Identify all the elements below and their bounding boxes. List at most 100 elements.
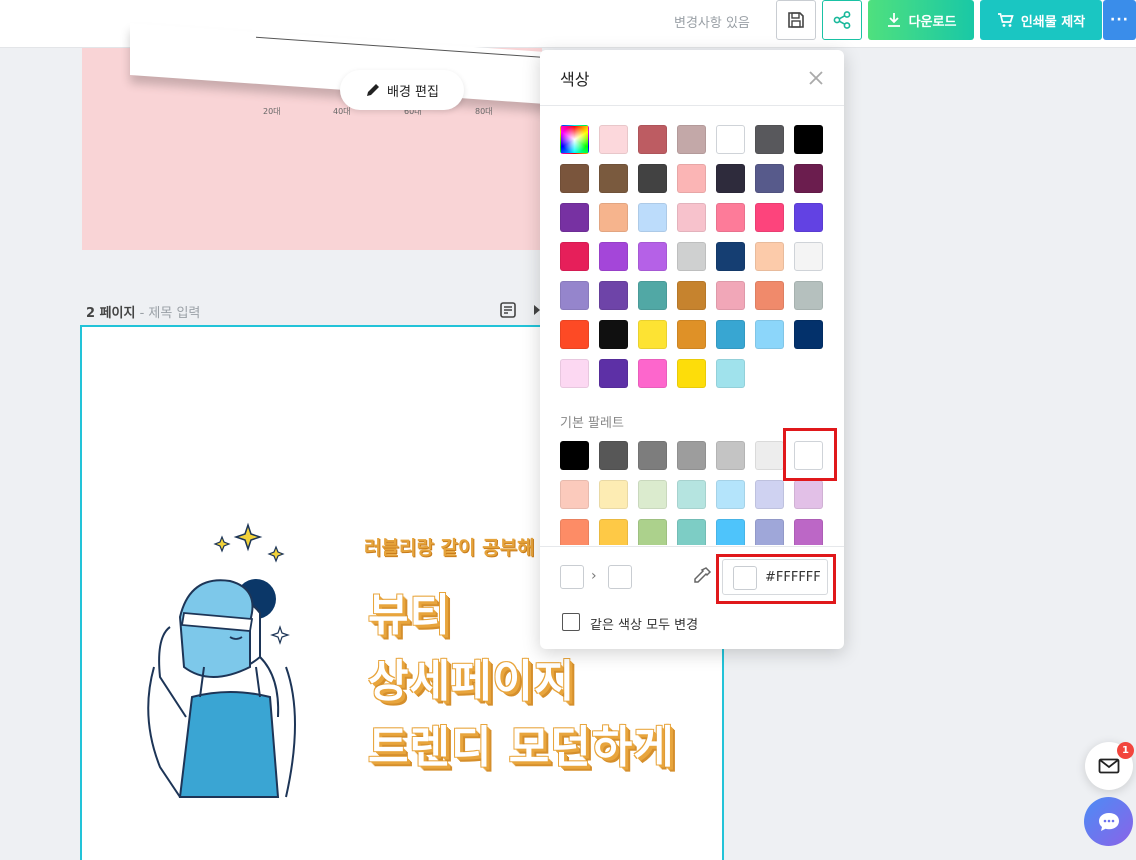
highlight-box	[783, 428, 837, 481]
color-swatch[interactable]	[560, 320, 589, 349]
color-swatch[interactable]	[755, 480, 784, 509]
tagline-text[interactable]: 러블리랑 같이 공부해	[364, 533, 535, 560]
hex-color-swatch	[733, 566, 757, 590]
color-swatch[interactable]	[677, 480, 706, 509]
arrow-right-icon: ›	[591, 568, 597, 584]
color-swatch[interactable]	[599, 480, 628, 509]
color-swatch[interactable]	[638, 242, 667, 271]
color-swatch[interactable]	[560, 242, 589, 271]
color-swatch[interactable]	[716, 164, 745, 193]
page-1-canvas[interactable]: 20대 40대 60대 80대	[82, 22, 588, 250]
color-swatch[interactable]	[638, 359, 667, 388]
color-swatch[interactable]	[677, 281, 706, 310]
save-button[interactable]	[776, 0, 816, 40]
color-swatch[interactable]	[716, 480, 745, 509]
chat-button[interactable]	[1084, 797, 1133, 846]
new-color-swatch[interactable]	[608, 565, 632, 589]
download-button[interactable]: 다운로드	[868, 0, 974, 40]
change-all-same-color-label[interactable]: 같은 색상 모두 변경	[590, 614, 698, 633]
color-swatch[interactable]	[794, 281, 823, 310]
color-swatch[interactable]	[560, 480, 589, 509]
color-swatch[interactable]	[677, 320, 706, 349]
download-label: 다운로드	[908, 14, 957, 30]
color-swatch[interactable]	[638, 281, 667, 310]
hex-color-input[interactable]: #FFFFFF	[722, 559, 828, 595]
color-swatch[interactable]	[755, 519, 784, 545]
page-number: 2 페이지	[86, 306, 136, 321]
changes-status: 변경사항 있음	[674, 16, 750, 31]
color-swatch[interactable]	[599, 164, 628, 193]
color-swatch[interactable]	[599, 242, 628, 271]
color-swatch[interactable]	[560, 519, 589, 545]
color-swatch[interactable]	[794, 125, 823, 154]
color-swatch[interactable]	[794, 242, 823, 271]
color-swatch[interactable]	[716, 320, 745, 349]
color-swatch[interactable]	[638, 203, 667, 232]
color-swatch[interactable]	[638, 480, 667, 509]
print-label: 인쇄물 제작	[1020, 14, 1086, 30]
previous-color-swatch[interactable]	[560, 565, 584, 589]
color-swatch[interactable]	[716, 125, 745, 154]
color-swatch[interactable]	[794, 320, 823, 349]
color-swatch[interactable]	[599, 203, 628, 232]
color-swatch[interactable]	[794, 164, 823, 193]
color-swatch[interactable]	[677, 242, 706, 271]
color-swatch[interactable]	[716, 281, 745, 310]
color-swatch[interactable]	[677, 359, 706, 388]
basic-palette-label: 기본 팔레트	[560, 416, 624, 431]
color-swatch[interactable]	[755, 242, 784, 271]
headline-line-3[interactable]: 트렌디 모던하게	[368, 711, 675, 775]
color-swatch[interactable]	[794, 480, 823, 509]
divider	[540, 546, 844, 547]
color-swatch[interactable]	[677, 125, 706, 154]
color-swatch[interactable]	[638, 441, 667, 470]
color-swatch[interactable]	[560, 441, 589, 470]
close-icon[interactable]	[806, 68, 826, 88]
color-swatch[interactable]	[599, 281, 628, 310]
color-swatch[interactable]	[755, 164, 784, 193]
color-swatch[interactable]	[755, 203, 784, 232]
color-swatch[interactable]	[599, 359, 628, 388]
color-swatch[interactable]	[638, 125, 667, 154]
color-swatch[interactable]	[638, 164, 667, 193]
print-order-button[interactable]: 인쇄물 제작	[980, 0, 1102, 40]
color-swatch[interactable]	[560, 359, 589, 388]
memo-icon[interactable]	[499, 301, 517, 319]
color-swatch[interactable]	[716, 242, 745, 271]
color-swatch[interactable]	[794, 519, 823, 545]
color-swatch[interactable]	[638, 320, 667, 349]
color-swatch[interactable]	[599, 320, 628, 349]
hex-value[interactable]: #FFFFFF	[765, 570, 821, 585]
color-swatch[interactable]	[560, 203, 589, 232]
custom-color-picker-swatch[interactable]	[560, 125, 589, 154]
color-swatch[interactable]	[716, 203, 745, 232]
headline-line-2[interactable]: 상세페이지	[368, 645, 575, 709]
change-all-same-color-checkbox[interactable]	[562, 613, 580, 631]
color-swatch[interactable]	[599, 125, 628, 154]
share-button[interactable]	[822, 0, 862, 40]
color-swatch[interactable]	[677, 441, 706, 470]
color-swatch[interactable]	[755, 441, 784, 470]
color-swatch[interactable]	[716, 359, 745, 388]
page-title-placeholder[interactable]: - 제목 입력	[135, 306, 201, 321]
color-swatch[interactable]	[677, 203, 706, 232]
color-swatch[interactable]	[560, 281, 589, 310]
page-2-title[interactable]: 2 페이지 - 제목 입력	[86, 302, 200, 321]
eyedropper-icon[interactable]	[692, 566, 712, 586]
color-swatch[interactable]	[599, 441, 628, 470]
color-swatch[interactable]	[677, 164, 706, 193]
color-swatch[interactable]	[599, 519, 628, 545]
headline-line-1[interactable]: 뷰티	[368, 579, 451, 643]
color-swatch[interactable]	[755, 320, 784, 349]
color-swatch[interactable]	[755, 125, 784, 154]
color-swatch[interactable]	[638, 519, 667, 545]
color-swatch[interactable]	[716, 441, 745, 470]
edit-background-button[interactable]: 배경 편집	[340, 70, 464, 110]
color-swatch[interactable]	[716, 519, 745, 545]
color-swatch[interactable]	[794, 203, 823, 232]
color-swatch[interactable]	[560, 164, 589, 193]
color-swatch[interactable]	[755, 281, 784, 310]
more-button[interactable]: ···	[1103, 0, 1136, 40]
color-swatch[interactable]	[677, 519, 706, 545]
download-icon	[887, 13, 900, 27]
